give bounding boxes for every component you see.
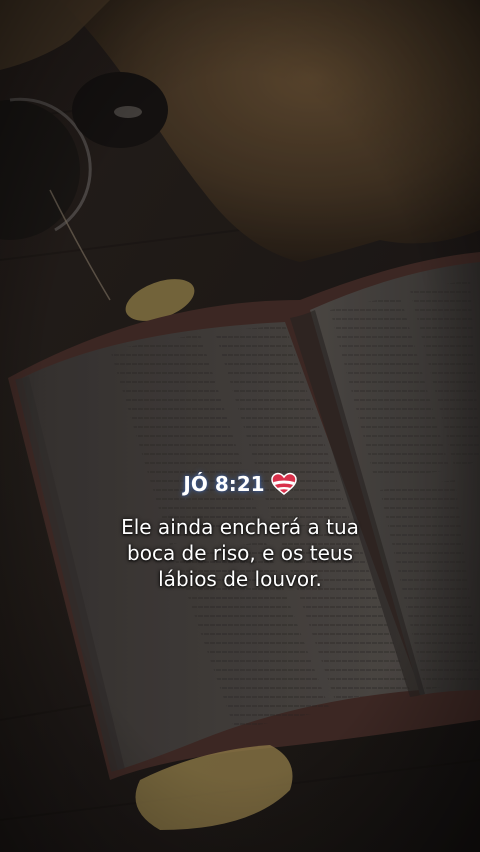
verse-line: Ele ainda encherá a tua bbox=[121, 515, 359, 539]
verse-reference: JÓ 8:21 bbox=[183, 472, 265, 496]
background-photo bbox=[0, 0, 480, 852]
verse-card: JÓ 8:21 Ele ainda encherá a tua boca de … bbox=[0, 466, 480, 592]
verse-line: boca de riso, e os teus bbox=[127, 541, 353, 565]
verse-reference-row: JÓ 8:21 bbox=[183, 466, 297, 502]
verse-line: lábios de louvor. bbox=[158, 567, 322, 591]
bible-photo-illustration bbox=[0, 0, 480, 852]
heart-icon bbox=[270, 472, 297, 495]
verse-text: Ele ainda encherá a tua boca de riso, e … bbox=[0, 514, 480, 592]
